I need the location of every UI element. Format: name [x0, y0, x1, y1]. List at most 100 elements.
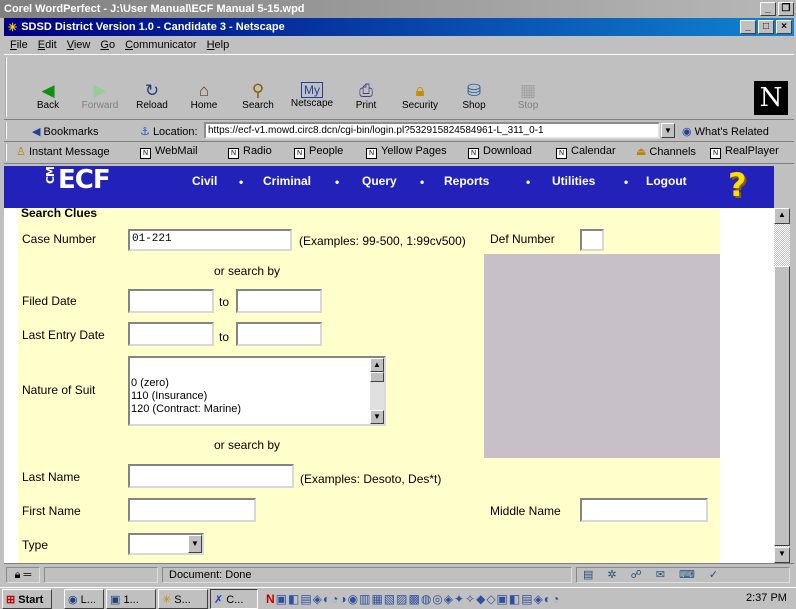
menu-help[interactable]: Help	[207, 39, 230, 51]
scroll-down-icon[interactable]: ▼	[370, 410, 384, 424]
menu-file[interactable]: File	[10, 39, 28, 51]
case-number-input[interactable]: 01-221	[128, 229, 292, 251]
restore-icon[interactable]: ❐	[778, 2, 794, 16]
home-button[interactable]: ⌂ Home	[176, 79, 232, 119]
maximize-icon[interactable]: □	[758, 20, 774, 34]
realplayer-link[interactable]: N RealPlayer	[710, 145, 779, 159]
nature-of-suit-listbox[interactable]: 0 (zero) 110 (Insurance) 120 (Contract: …	[128, 356, 386, 426]
netscape-titlebar[interactable]: ✳ SDSD District Version 1.0 - Candidate …	[4, 18, 794, 36]
taskbar-item-active[interactable]: ✗ C...	[210, 589, 258, 609]
type-select[interactable]: ▼	[128, 533, 204, 555]
nature-option[interactable]: 120 (Contract: Marine)	[131, 403, 241, 416]
back-label: Back	[36, 100, 60, 111]
last-name-label: Last Name	[22, 470, 81, 484]
ecf-menu-query[interactable]: Query	[362, 174, 397, 188]
menu-separator: •	[526, 175, 531, 189]
taskbar-item[interactable]: ▣ 1...	[106, 589, 156, 609]
search-button[interactable]: ⚲ Search	[230, 79, 286, 119]
forward-label: Forward	[81, 100, 119, 111]
whats-related-icon: ◉	[682, 126, 692, 138]
ecf-menu-utilities[interactable]: Utilities	[552, 174, 595, 188]
taskbar-item[interactable]: ✳ S...	[158, 589, 208, 609]
def-number-input[interactable]	[580, 229, 604, 251]
nature-option[interactable]: 0 (zero)	[131, 377, 241, 390]
people-link[interactable]: N People	[294, 145, 343, 159]
webmail-link[interactable]: N WebMail	[140, 145, 198, 159]
wordperfect-titlebar[interactable]: Corel WordPerfect - J:\User Manual\ECF M…	[0, 0, 796, 18]
menu-view[interactable]: View	[67, 39, 91, 51]
scroll-up-icon[interactable]: ▲	[370, 358, 384, 372]
chevron-down-icon[interactable]: ▼	[188, 535, 202, 553]
toolbar-grip[interactable]	[5, 122, 10, 139]
or-search-by-text: or search by	[214, 438, 281, 452]
netscape-logo[interactable]: N	[754, 81, 788, 115]
nature-option[interactable]: 110 (Insurance)	[131, 390, 241, 403]
personal-toolbar: ♙ Instant Message N WebMail N Radio N Peopl…	[4, 142, 794, 164]
url-dropdown-arrow-icon[interactable]: ▼	[661, 123, 675, 138]
stop-button[interactable]: ▦ Stop	[500, 79, 556, 119]
last-entry-date-from-input[interactable]	[128, 322, 214, 346]
whats-related-button[interactable]: ◉ What's Related	[682, 125, 769, 138]
minimize-icon[interactable]: _	[740, 20, 756, 34]
url-input[interactable]: https://ecf-v1.mowd.circ8.dcn/cgi-bin/lo…	[204, 122, 660, 139]
instant-message-link[interactable]: ♙ Instant Message	[16, 145, 110, 158]
security-button[interactable]: 🔒︎ Security	[392, 79, 448, 119]
start-button[interactable]: ⊞ Start	[2, 589, 52, 609]
toolbar-grip[interactable]	[5, 144, 10, 161]
close-icon[interactable]: ×	[776, 20, 792, 34]
last-entry-date-to-input[interactable]	[236, 322, 322, 346]
channels-label: Channels	[649, 146, 696, 158]
forward-button[interactable]: ▶ Forward	[72, 79, 128, 119]
first-name-input[interactable]	[128, 498, 256, 522]
gray-panel	[484, 254, 720, 458]
quick-launch-tray[interactable]: N▣◧▤◈◐◔◑◉▥▦▧▨▩◍◎◈✦✧◆◇▣◧▤◈◐◔	[266, 590, 740, 608]
security-label: Security	[401, 100, 439, 111]
middle-name-input[interactable]	[580, 498, 708, 522]
help-icon[interactable]: ?	[728, 166, 747, 204]
channels-link[interactable]: ⏏ Channels	[636, 145, 696, 158]
case-examples-text: (Examples: 99-500, 1:99cv500)	[299, 234, 466, 248]
filed-date-to-input[interactable]	[236, 289, 322, 313]
toolbar-grip[interactable]	[5, 57, 10, 117]
ecf-menu-civil[interactable]: Civil	[192, 174, 217, 188]
back-button[interactable]: ◀ Back	[20, 79, 76, 119]
filed-date-from-input[interactable]	[128, 289, 214, 313]
ecf-menu-criminal[interactable]: Criminal	[263, 174, 311, 188]
menu-communicator[interactable]: Communicator	[125, 39, 197, 51]
bookmarks-button[interactable]: ◀︎ Bookmarks	[32, 125, 99, 138]
download-link[interactable]: N Download	[468, 145, 532, 159]
print-button[interactable]: ⎙ Print	[338, 79, 394, 119]
radio-link[interactable]: N Radio	[228, 145, 272, 159]
scroll-thumb[interactable]	[370, 372, 384, 382]
or-search-by-text: or search by	[214, 264, 281, 278]
minimize-icon[interactable]: _	[760, 2, 776, 16]
shop-button[interactable]: ⛁ Shop	[446, 79, 502, 119]
app-icon: ✗	[214, 594, 224, 606]
calendar-link[interactable]: N Calendar	[556, 145, 616, 159]
menu-go[interactable]: Go	[100, 39, 115, 51]
stop-icon: ▦	[519, 81, 537, 100]
yellow-pages-link[interactable]: N Yellow Pages	[366, 145, 447, 159]
security-lock-icon[interactable]: 🔒︎ ═	[6, 567, 40, 583]
page-scrollbar[interactable]: ▲ ▼	[774, 208, 790, 563]
scroll-thumb[interactable]	[774, 266, 790, 546]
component-bar-icons[interactable]: ▤✲☍✉⌨✓	[576, 567, 790, 583]
bookmark-page-icon: N	[366, 148, 377, 159]
location-label-group: ⚓︎ Location:	[140, 125, 198, 138]
last-entry-date-label: Last Entry Date	[22, 328, 105, 342]
netscape-button[interactable]: My Netscape	[284, 79, 340, 119]
app-icon: ✳	[162, 594, 172, 606]
filed-date-label: Filed Date	[22, 294, 77, 308]
ecf-logo[interactable]: CMECF	[44, 165, 111, 195]
menu-edit[interactable]: Edit	[38, 39, 57, 51]
last-name-input[interactable]	[128, 464, 294, 488]
taskbar-item[interactable]: ◉ L...	[64, 589, 104, 609]
scroll-up-icon[interactable]: ▲	[774, 208, 790, 224]
listbox-scrollbar[interactable]: ▲ ▼	[370, 358, 384, 424]
instant-message-label: Instant Message	[28, 146, 110, 158]
stop-label: Stop	[517, 100, 539, 111]
scroll-down-icon[interactable]: ▼	[774, 547, 790, 563]
ecf-menu-logout[interactable]: Logout	[646, 174, 687, 188]
reload-button[interactable]: ↻ Reload	[124, 79, 180, 119]
ecf-menu-reports[interactable]: Reports	[444, 174, 489, 188]
